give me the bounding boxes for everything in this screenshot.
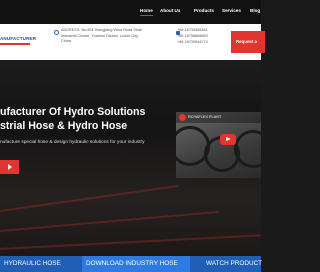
hero-title-line-2: strial Hose & Hydro Hose [0,120,128,132]
top-navigation: Home About Us Products Services Blog [0,0,261,24]
video-thumbnail[interactable]: ROYAFLEX PLANT [176,112,261,178]
hose-coil-image [234,130,261,168]
watch-product-link[interactable]: WATCH PRODUCT [206,256,266,272]
hero-banner: ufacturer Of Hydro Solutions strial Hose… [0,60,261,256]
contact-info-bar: ANUFACTURER ADDRESS: No.851 Xiangjiang W… [0,24,265,60]
arrow-right-icon [8,164,12,170]
channel-icon [179,114,186,121]
nav-item-services[interactable]: Services [222,8,241,13]
nav-item-about-us[interactable]: About Us [160,8,180,13]
company-logo[interactable]: ANUFACTURER [0,32,37,52]
phone-number-1[interactable]: +86 18739465561 [177,28,208,32]
hero-subtitle: nufacture special hose & design hydrauli… [0,140,145,145]
phone-number-3[interactable]: +86 18739544274 [177,40,208,44]
nav-item-blog[interactable]: Blog [250,8,260,13]
phone-number-2[interactable]: +86 18756868863 [177,34,208,38]
play-icon [226,137,231,141]
logo-stripe [0,43,30,45]
address-text: ADDRESS: No.851 Xiangjiang West Road Sha… [61,28,142,44]
nav-item-products[interactable]: Products [194,8,214,13]
nav-item-home[interactable]: Home [140,8,153,16]
location-icon [54,30,59,35]
hero-cta-button[interactable] [0,160,19,174]
hydraulic-hose-link[interactable]: HYDRAULIC HOSE [4,256,82,272]
download-industry-hose-link[interactable]: DOWNLOAD INDUSTRY HOSE [82,256,190,272]
logo-text: ANUFACTURER [0,36,37,41]
bottom-action-bar: HYDRAULIC HOSE DOWNLOAD INDUSTRY HOSE WA… [0,256,262,272]
hero-title-line-1: ufacturer Of Hydro Solutions [0,106,146,118]
play-button[interactable] [220,134,236,145]
request-quote-button[interactable]: Request a [231,31,265,53]
video-title: ROYAFLEX PLANT [188,115,222,119]
